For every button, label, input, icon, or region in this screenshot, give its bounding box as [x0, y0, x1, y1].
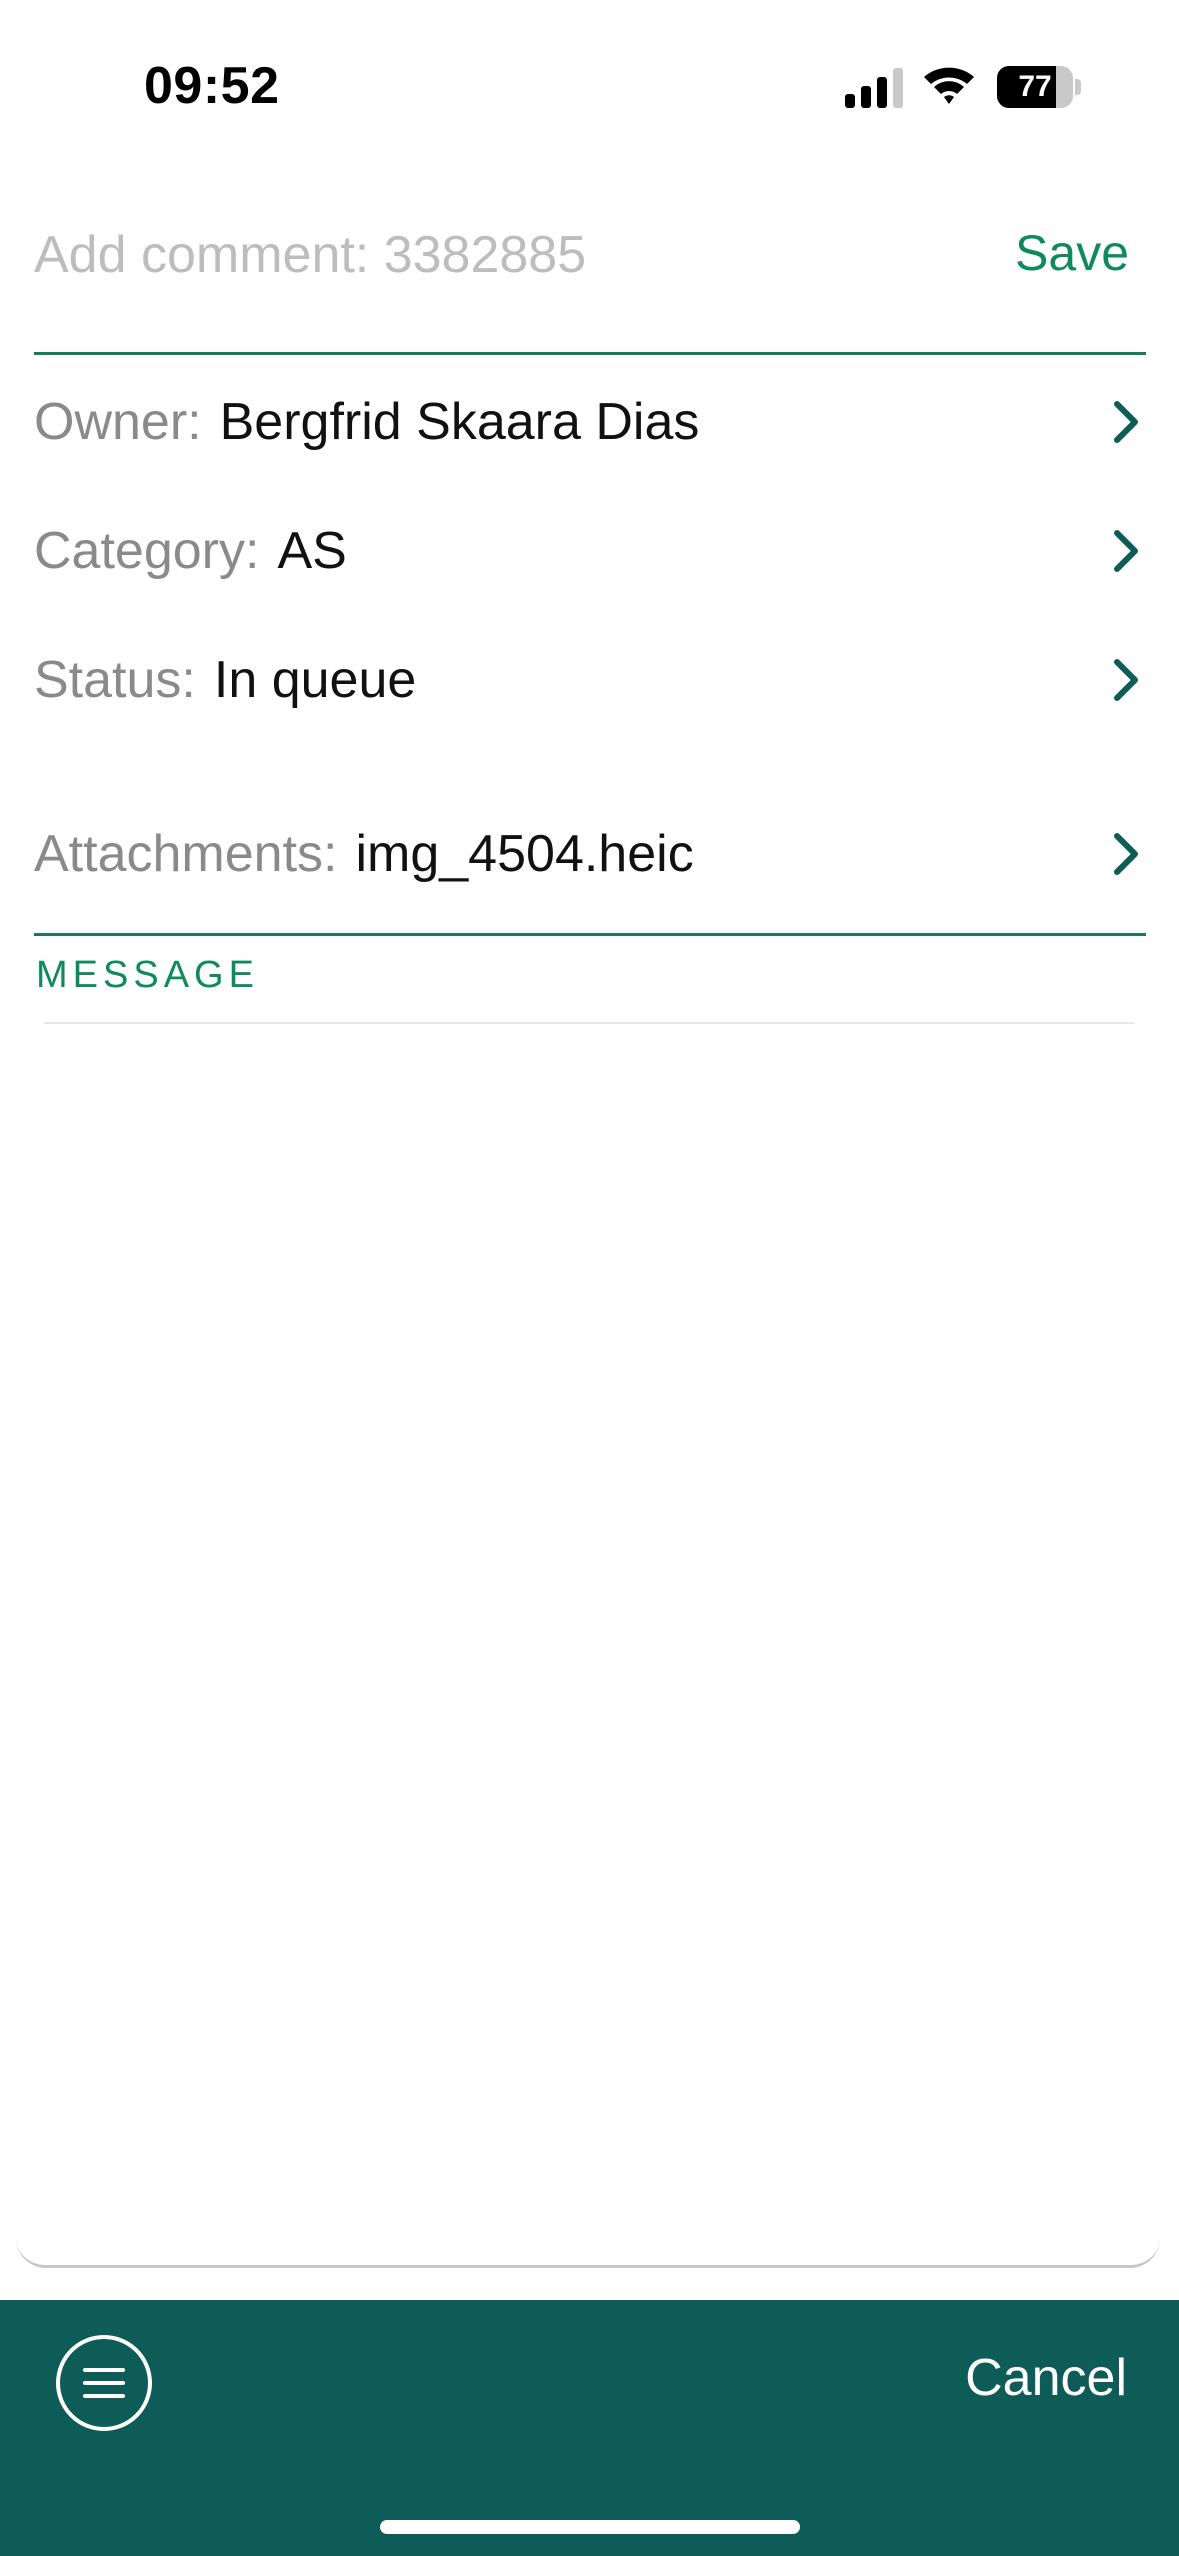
owner-row[interactable]: Owner: Bergfrid Skaara Dias [0, 364, 1179, 474]
attachments-row[interactable]: Attachments: img_4504.heic [0, 796, 1179, 906]
category-label-group: Category: AS [34, 521, 347, 581]
attachments-divider [34, 933, 1146, 936]
owner-label: Owner: [34, 393, 202, 451]
chevron-right-icon [1114, 530, 1138, 572]
menu-icon[interactable] [56, 2335, 152, 2431]
owner-label-group: Owner: Bergfrid Skaara Dias [34, 392, 699, 452]
bottom-toolbar: Cancel [0, 2300, 1179, 2556]
battery-icon: 77 [997, 66, 1081, 108]
battery-percentage: 77 [1018, 70, 1052, 103]
status-time: 09:52 [144, 57, 280, 115]
comment-header: Save [0, 200, 1179, 354]
owner-value: Bergfrid Skaara Dias [219, 393, 700, 451]
message-divider [44, 1022, 1134, 1024]
message-section-label: MESSAGE [36, 954, 259, 996]
chevron-right-icon [1114, 659, 1138, 701]
category-label: Category: [34, 522, 260, 580]
home-indicator[interactable] [380, 2520, 800, 2534]
attachments-value: img_4504.heic [355, 825, 694, 883]
status-label-group: Status: In queue [34, 650, 416, 710]
chevron-right-icon [1114, 833, 1138, 875]
wifi-icon [924, 67, 974, 104]
message-box [16, 1030, 1160, 2268]
comment-input[interactable] [34, 220, 934, 290]
chevron-right-icon [1114, 401, 1138, 443]
attachments-label: Attachments: [34, 825, 338, 883]
signal-icon [845, 68, 903, 108]
save-button[interactable]: Save [1015, 224, 1129, 282]
category-row[interactable]: Category: AS [0, 493, 1179, 603]
cancel-button[interactable]: Cancel [965, 2348, 1127, 2408]
message-textarea[interactable] [46, 1050, 1126, 2230]
status-value: In queue [213, 651, 417, 709]
status-label: Status: [34, 651, 196, 709]
header-divider [34, 352, 1146, 355]
comment-screen: 09:52 77 Save Owner: Bergfrid Skaara Dias [0, 0, 1179, 2556]
category-value: AS [277, 522, 347, 580]
attachments-label-group: Attachments: img_4504.heic [34, 824, 694, 884]
status-row[interactable]: Status: In queue [0, 622, 1179, 732]
status-bar: 09:52 77 [0, 0, 1179, 160]
